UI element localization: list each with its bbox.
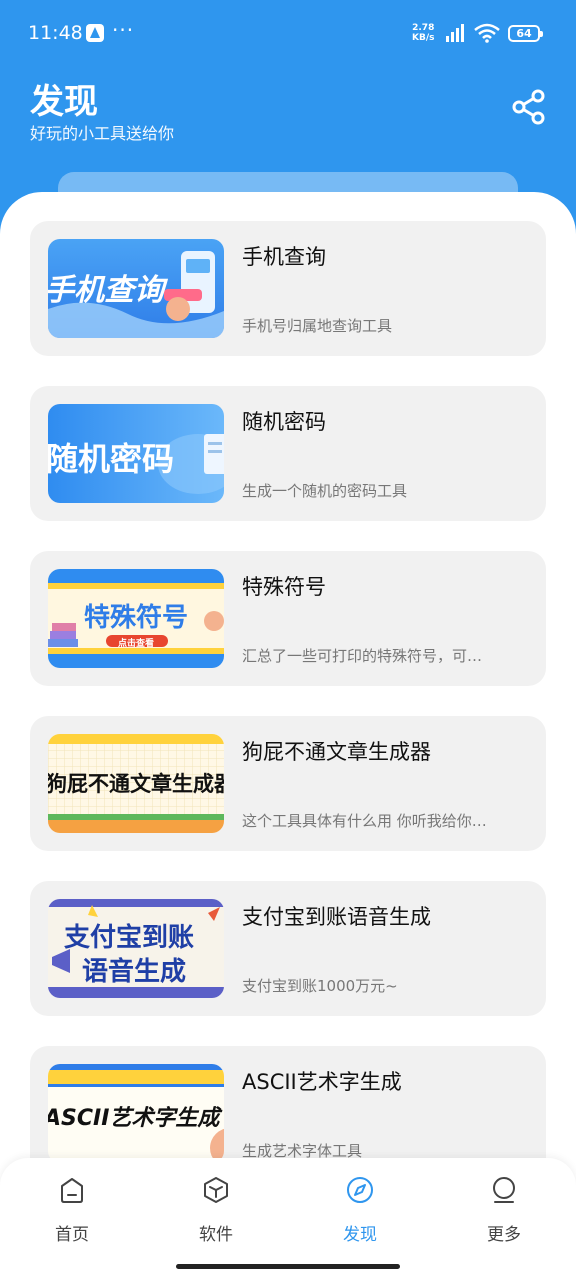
tool-card-alipay-voice[interactable]: 支付宝到账 语音生成 支付宝到账语音生成 支付宝到账1000万元~ [30, 881, 546, 1016]
bottom-nav: 首页 软件 发现 更多 [0, 1158, 576, 1280]
tool-thumbnail: 手机查询 [48, 239, 224, 338]
tool-title: 随机密码 [242, 410, 326, 434]
tool-description: 这个工具具体有什么用 你听我给你… [242, 812, 487, 830]
nav-item-discover[interactable]: 发现 [320, 1176, 400, 1256]
battery-icon: 64 [508, 25, 543, 42]
nav-label: 软件 [199, 1225, 233, 1245]
compass-icon [347, 1177, 373, 1203]
signal-icon [446, 24, 464, 42]
tool-description: 汇总了一些可打印的特殊符号，可… [242, 647, 483, 665]
wifi-icon [474, 23, 500, 43]
tool-title: 狗屁不通文章生成器 [242, 740, 431, 764]
person-icon [493, 1177, 515, 1203]
home-indicator[interactable] [176, 1264, 400, 1269]
tool-thumbnail: ASCII艺术字生成 [48, 1064, 224, 1163]
tool-card-special-symbols[interactable]: 特殊符号 点击查看 特殊符号 汇总了一些可打印的特殊符号，可… [30, 551, 546, 686]
home-icon [61, 1178, 83, 1203]
tool-thumbnail-text-line1: 支付宝到账 [64, 923, 195, 953]
tool-thumbnail-text: 狗屁不通文章生成器 [48, 772, 224, 796]
tool-thumbnail-text: 手机查询 [48, 273, 164, 308]
tool-title: 支付宝到账语音生成 [242, 905, 431, 929]
share-icon[interactable] [510, 88, 548, 126]
more-notifications-icon: ··· [112, 18, 135, 42]
nav-item-more[interactable]: 更多 [464, 1176, 544, 1256]
tool-title: 手机查询 [242, 245, 326, 269]
tool-thumbnail-text: 随机密码 [48, 440, 175, 478]
network-speed-unit: KB/s [412, 33, 435, 43]
tool-thumbnail: 特殊符号 点击查看 [48, 569, 224, 668]
page-title: 发现 [30, 82, 98, 122]
tool-thumbnail: 狗屁不通文章生成器 [48, 734, 224, 833]
tool-description: 支付宝到账1000万元~ [242, 977, 398, 995]
tool-card-random-password[interactable]: 随机密码 随机密码 生成一个随机的密码工具 [30, 386, 546, 521]
status-time: 11:48 [28, 22, 83, 44]
tool-card-nonsense-article[interactable]: 狗屁不通文章生成器 狗屁不通文章生成器 这个工具具体有什么用 你听我给你… [30, 716, 546, 851]
tool-thumbnail: 随机密码 [48, 404, 224, 503]
nav-label: 发现 [343, 1225, 377, 1245]
tool-card-phone-lookup[interactable]: 手机查询 手机查询 手机号归属地查询工具 [30, 221, 546, 356]
network-speed-value: 2.78 [412, 23, 435, 33]
nav-item-home[interactable]: 首页 [32, 1176, 112, 1256]
cube-icon [204, 1177, 228, 1203]
tool-thumbnail-text: 特殊符号 [84, 603, 189, 633]
tool-list: 手机查询 手机查询 手机号归属地查询工具 随机密码 随机密码 生成一个随机的密码… [0, 192, 576, 1280]
network-speed: 2.78 KB/s [412, 23, 434, 43]
tool-title: 特殊符号 [242, 575, 326, 599]
tool-thumbnail-text: ASCII艺术字生成 [48, 1106, 220, 1131]
tool-description: 手机号归属地查询工具 [242, 317, 393, 335]
page-subtitle: 好玩的小工具送给你 [30, 124, 175, 143]
nav-item-software[interactable]: 软件 [176, 1176, 256, 1256]
nav-label: 首页 [55, 1225, 89, 1245]
status-bar: 11:48 ··· 2.78 KB/s 64 [0, 0, 576, 68]
tool-thumbnail-button: 点击查看 [118, 639, 155, 649]
app-notification-icon [86, 24, 104, 42]
tool-description: 生成一个随机的密码工具 [242, 482, 408, 500]
tool-title: ASCII艺术字生成 [242, 1070, 402, 1094]
tool-thumbnail: 支付宝到账 语音生成 [48, 899, 224, 998]
nav-label: 更多 [487, 1225, 521, 1245]
tool-thumbnail-text-line2: 语音生成 [82, 957, 187, 987]
